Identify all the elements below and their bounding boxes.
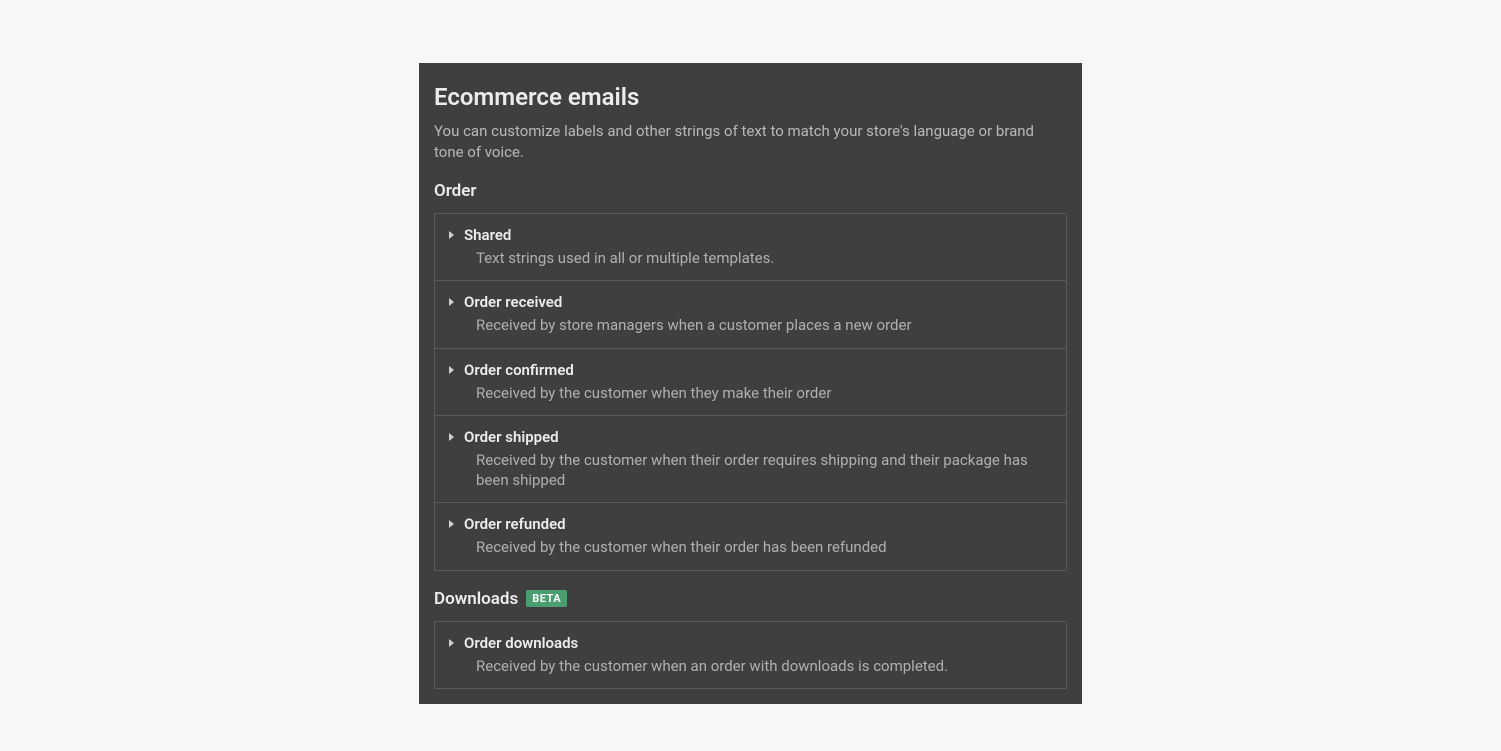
- section-heading-order: Order: [434, 181, 1067, 201]
- chevron-right-icon: [449, 366, 454, 374]
- item-title: Order refunded: [464, 515, 566, 533]
- chevron-right-icon: [449, 520, 454, 528]
- item-desc: Received by the customer when an order w…: [449, 656, 1052, 676]
- section-heading-order-label: Order: [434, 181, 477, 201]
- item-title: Order downloads: [464, 634, 578, 652]
- item-desc: Text strings used in all or multiple tem…: [449, 248, 1052, 268]
- chevron-right-icon: [449, 298, 454, 306]
- item-title: Order confirmed: [464, 361, 574, 379]
- item-title: Shared: [464, 226, 511, 244]
- item-order-received[interactable]: Order received Received by store manager…: [434, 280, 1067, 348]
- order-items: Shared Text strings used in all or multi…: [434, 213, 1067, 571]
- downloads-items: Order downloads Received by the customer…: [434, 621, 1067, 689]
- panel-description: You can customize labels and other strin…: [434, 121, 1067, 163]
- item-order-downloads[interactable]: Order downloads Received by the customer…: [434, 621, 1067, 689]
- chevron-right-icon: [449, 639, 454, 647]
- chevron-right-icon: [449, 433, 454, 441]
- ecommerce-emails-panel: Ecommerce emails You can customize label…: [419, 63, 1082, 704]
- section-heading-downloads-label: Downloads: [434, 589, 518, 609]
- item-title: Order received: [464, 293, 562, 311]
- beta-badge: BETA: [526, 590, 567, 607]
- item-order-confirmed[interactable]: Order confirmed Received by the customer…: [434, 348, 1067, 416]
- panel-title: Ecommerce emails: [434, 83, 1067, 111]
- item-desc: Received by store managers when a custom…: [449, 315, 1052, 335]
- item-shared[interactable]: Shared Text strings used in all or multi…: [434, 213, 1067, 281]
- item-order-refunded[interactable]: Order refunded Received by the customer …: [434, 502, 1067, 570]
- item-desc: Received by the customer when their orde…: [449, 450, 1052, 491]
- chevron-right-icon: [449, 231, 454, 239]
- section-heading-downloads: Downloads BETA: [434, 589, 1067, 609]
- item-desc: Received by the customer when their orde…: [449, 537, 1052, 557]
- item-desc: Received by the customer when they make …: [449, 383, 1052, 403]
- item-order-shipped[interactable]: Order shipped Received by the customer w…: [434, 415, 1067, 504]
- item-title: Order shipped: [464, 428, 559, 446]
